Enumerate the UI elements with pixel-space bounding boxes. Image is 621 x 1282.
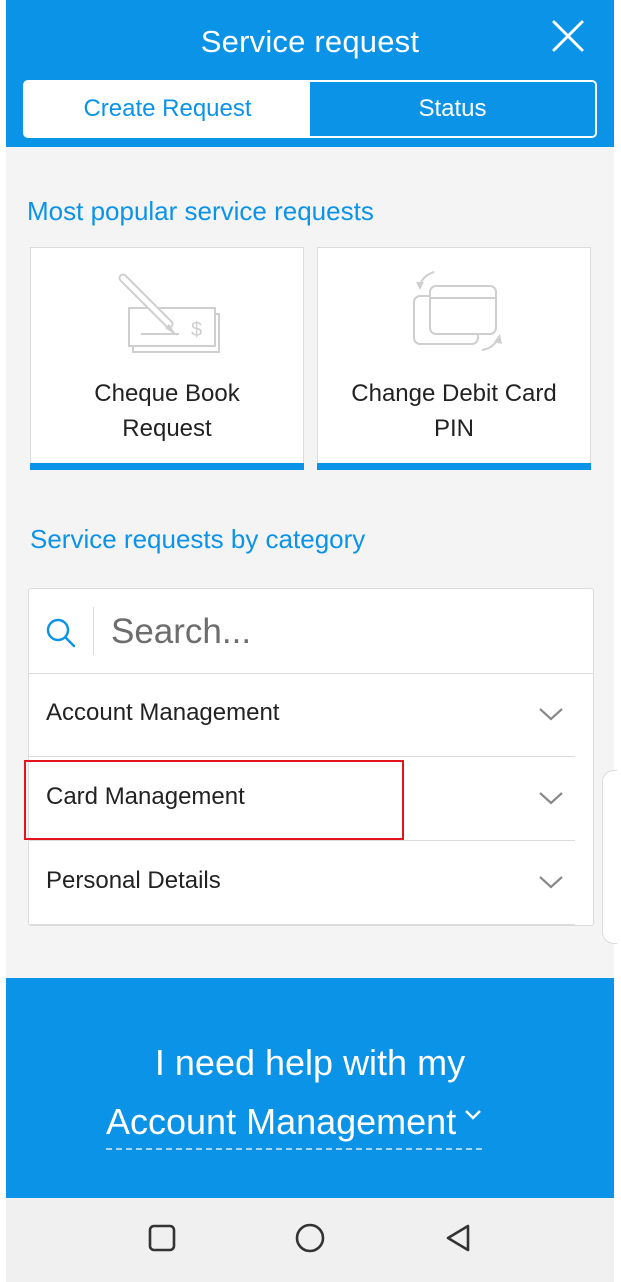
edge-panel-handle[interactable] <box>602 770 617 944</box>
category-item-account-management[interactable]: Account Management <box>29 673 575 757</box>
card-accent-bar <box>30 463 304 470</box>
close-icon[interactable] <box>546 14 590 58</box>
chevron-down-icon <box>539 708 563 721</box>
home-icon[interactable] <box>292 1220 328 1256</box>
header: Service request Create Request Status <box>6 0 614 147</box>
card-swap-icon <box>413 271 502 351</box>
category-item-label: Personal Details <box>46 867 221 894</box>
popular-section-title: Most popular service requests <box>27 196 374 226</box>
back-icon[interactable] <box>440 1220 476 1256</box>
search-input[interactable] <box>109 605 573 659</box>
cheque-book-request-card[interactable]: $ Cheque Book Request <box>30 247 304 470</box>
card-accent-bar <box>317 463 591 470</box>
help-banner: I need help with my Account Management <box>6 978 614 1198</box>
chevron-down-icon <box>539 792 563 805</box>
app-screen: Service request Create Request Status Mo… <box>6 0 614 1282</box>
help-topic-select[interactable]: Account Management <box>106 1096 483 1150</box>
search-bar <box>29 589 593 674</box>
svg-text:$: $ <box>191 319 202 341</box>
category-item-personal-details[interactable]: Personal Details <box>29 841 575 925</box>
page-title: Service request <box>200 24 420 59</box>
category-list: Account Management Card Management Perso… <box>28 588 594 926</box>
cheque-book-request-label: Cheque Book Request <box>94 380 240 442</box>
tab-create-request[interactable]: Create Request <box>25 82 310 136</box>
search-icon <box>46 618 76 648</box>
help-topic-value: Account Management <box>106 1101 457 1142</box>
search-divider <box>93 607 94 655</box>
cheque-icon: $ <box>118 273 220 353</box>
highlight-box <box>24 760 404 840</box>
chevron-down-icon <box>465 1110 482 1120</box>
tab-status[interactable]: Status <box>310 82 595 136</box>
recent-apps-icon[interactable] <box>144 1220 180 1256</box>
category-section-title: Service requests by category <box>30 524 366 554</box>
category-item-label: Account Management <box>46 699 280 726</box>
help-prompt: I need help with my <box>154 1042 466 1083</box>
change-debit-card-pin-card[interactable]: Change Debit Card PIN <box>317 247 591 470</box>
chevron-down-icon <box>539 876 563 889</box>
system-nav-bar <box>6 1198 614 1282</box>
tab-bar: Create Request Status <box>23 80 597 138</box>
divider <box>29 924 575 925</box>
change-debit-card-pin-label: Change Debit Card PIN <box>351 380 557 442</box>
